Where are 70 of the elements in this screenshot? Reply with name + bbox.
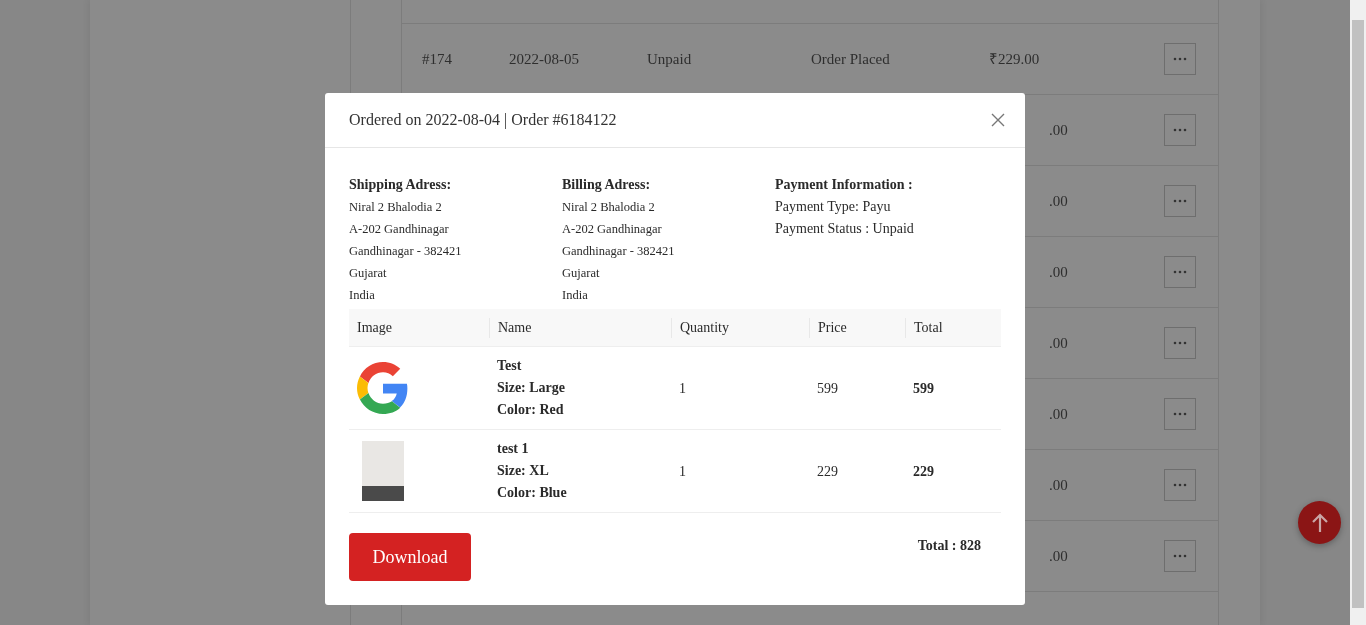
price: 229: [817, 463, 838, 479]
close-button[interactable]: [991, 113, 1005, 127]
order-amount: .00: [1049, 334, 1068, 351]
more-button[interactable]: [1164, 398, 1196, 430]
column-header: Total: [914, 319, 943, 335]
order-amount: .00: [1049, 547, 1068, 564]
product-color: Color: Blue: [497, 484, 568, 502]
column-header: Price: [818, 319, 847, 335]
order-number: #174: [422, 50, 452, 67]
more-icon: [1173, 412, 1187, 416]
info-line: Payment Type: Payu: [775, 198, 892, 216]
info-line: Gandhinagar - 382421: [562, 243, 676, 260]
info-line: Gujarat: [349, 265, 388, 282]
info-line: Niral 2 Bhalodia 2: [562, 199, 656, 216]
info-heading: Payment Information :: [775, 176, 914, 194]
photo-placeholder: [362, 441, 404, 501]
product-size: Size: XL: [497, 462, 550, 480]
info-line: Gujarat: [562, 265, 601, 282]
more-button[interactable]: [1164, 43, 1196, 75]
column-header: Image: [357, 319, 392, 335]
more-icon: [1173, 57, 1187, 61]
order-date: 2022-08-05: [509, 50, 579, 67]
order-amount: ₹229.00: [989, 50, 1040, 67]
modal-title: Ordered on 2022-08-04 | Order #6184122: [349, 110, 617, 131]
line-total: 229: [913, 463, 934, 479]
order-amount: .00: [1049, 192, 1068, 209]
product-name: Test: [497, 357, 523, 375]
info-line: Payment Status : Unpaid: [775, 220, 915, 238]
payment-status: Unpaid: [647, 50, 692, 67]
letter-g-logo-icon: [357, 362, 409, 414]
more-icon: [1173, 199, 1187, 203]
quantity: 1: [679, 463, 686, 479]
column-header: Name: [498, 319, 532, 335]
product-name: test 1: [497, 440, 530, 458]
download-button[interactable]: Download: [349, 533, 471, 581]
more-icon: [1173, 128, 1187, 132]
info-line: Gandhinagar - 382421: [349, 243, 463, 260]
more-button[interactable]: [1164, 114, 1196, 146]
scrollbar[interactable]: [1350, 0, 1366, 625]
product-size: Size: Large: [497, 379, 567, 397]
info-line: A-202 Gandhinagar: [562, 221, 663, 238]
order-amount: .00: [1049, 476, 1068, 493]
order-total: Total : 828: [917, 537, 981, 555]
close-icon: [991, 113, 1005, 127]
more-button[interactable]: [1164, 327, 1196, 359]
info-heading: Billing Adress:: [562, 176, 652, 194]
info-line: India: [349, 287, 376, 304]
order-status: Order Placed: [811, 50, 890, 67]
order-amount: .00: [1049, 263, 1068, 280]
order-amount: .00: [1049, 405, 1068, 422]
price: 599: [817, 380, 838, 396]
line-total: 599: [913, 380, 934, 396]
more-icon: [1173, 270, 1187, 274]
more-icon: [1173, 483, 1187, 487]
order-amount: .00: [1049, 121, 1068, 138]
more-button[interactable]: [1164, 256, 1196, 288]
info-line: A-202 Gandhinagar: [349, 221, 450, 238]
more-icon: [1173, 341, 1187, 345]
column-header: Quantity: [680, 319, 729, 335]
more-button[interactable]: [1164, 185, 1196, 217]
info-line: India: [562, 287, 589, 304]
arrow-up-icon: [1310, 512, 1329, 533]
more-button[interactable]: [1164, 540, 1196, 572]
product-color: Color: Red: [497, 401, 565, 419]
quantity: 1: [679, 380, 686, 396]
more-button[interactable]: [1164, 469, 1196, 501]
info-line: Niral 2 Bhalodia 2: [349, 199, 443, 216]
info-heading: Shipping Adress:: [349, 176, 453, 194]
back-to-top-button[interactable]: [1298, 501, 1341, 544]
more-icon: [1173, 554, 1187, 558]
